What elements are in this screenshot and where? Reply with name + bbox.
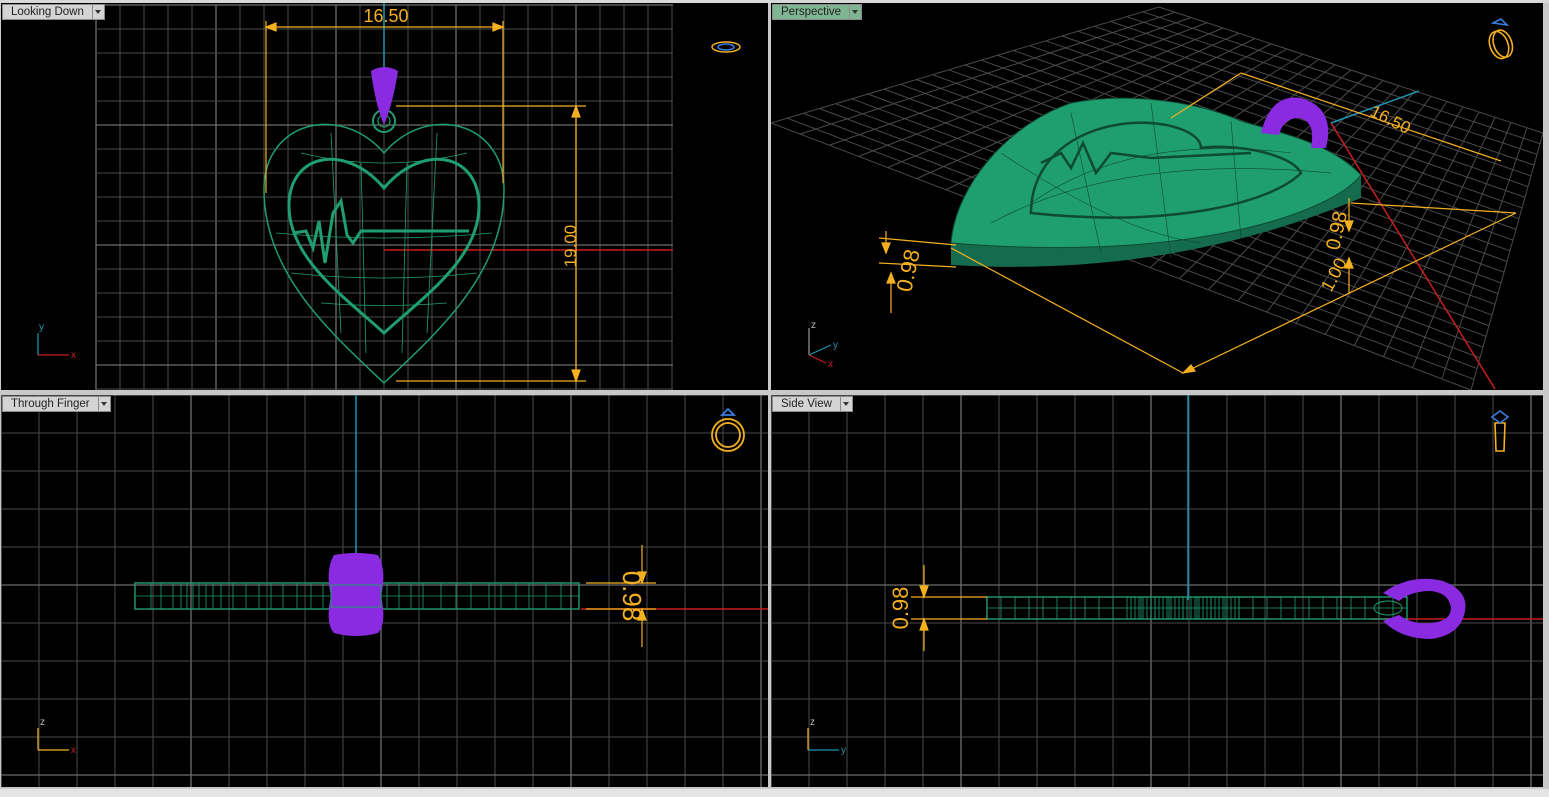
viewport-looking-down[interactable]: 16.50 19.00 x y Looking Down — [1, 3, 768, 390]
axis-indicator — [37, 333, 69, 356]
svg-text:y: y — [841, 745, 846, 756]
svg-text:x: x — [828, 359, 833, 370]
svg-text:z: z — [811, 320, 816, 331]
viewport-through-finger[interactable]: 0.98 x z Through Finger — [1, 395, 768, 787]
viewport-perspective[interactable]: 16.50 0.98 0.98 1.00 z y x Perspective — [771, 3, 1543, 390]
axis-indicator-front — [37, 728, 69, 751]
height-dimension-label: 19.00 — [561, 225, 580, 268]
viewport-label[interactable]: Side View — [772, 396, 841, 412]
axis-indicator-3d — [808, 328, 832, 364]
viewport-label[interactable]: Looking Down — [2, 4, 93, 20]
svg-text:x: x — [71, 350, 76, 361]
x-axis-line — [1330, 122, 1496, 390]
ring-front-view-icon — [711, 407, 745, 452]
width-dimension-label: 16.50 — [363, 6, 408, 26]
front-view-canvas[interactable]: 0.98 x z — [1, 395, 768, 787]
bail-purple-side — [1383, 578, 1466, 639]
svg-text:z: z — [40, 717, 45, 728]
window-bottom-strip — [0, 789, 1549, 797]
viewport-tab-side-view[interactable]: Side View — [772, 396, 853, 412]
heartbeat-line — [292, 197, 469, 264]
axis-indicator-side — [807, 728, 839, 751]
chevron-down-icon[interactable] — [840, 396, 853, 412]
viewport-tab-perspective[interactable]: Perspective — [772, 4, 863, 20]
svg-text:y: y — [833, 340, 838, 351]
ring-side-view-icon — [1490, 410, 1510, 452]
top-view-canvas[interactable]: 16.50 19.00 x y — [1, 3, 768, 390]
bail-purple-front — [328, 553, 384, 636]
thickness-dimension-label-side: 0.98 — [888, 587, 913, 630]
svg-text:z: z — [810, 717, 815, 728]
ring-top-view-icon — [711, 41, 741, 53]
viewport-label[interactable]: Through Finger — [2, 396, 99, 412]
side-view-canvas[interactable]: 0.98 y z — [771, 395, 1543, 787]
chevron-down-icon[interactable] — [850, 4, 863, 20]
dimension-thickness-side — [911, 565, 987, 651]
svg-text:x: x — [71, 745, 76, 756]
thickness-dimension-label-3d: 0.98 — [891, 247, 924, 294]
perspective-canvas[interactable]: 16.50 0.98 0.98 1.00 z y x — [771, 3, 1543, 390]
viewport-side-view[interactable]: 0.98 y z Side View — [771, 395, 1543, 787]
chevron-down-icon[interactable] — [98, 396, 111, 412]
svg-text:y: y — [39, 322, 44, 333]
viewport-label[interactable]: Perspective — [772, 4, 851, 20]
ring-perspective-icon — [1488, 18, 1514, 60]
thickness-dimension-label-3d-b: 0.98 — [1322, 209, 1352, 252]
chevron-down-icon[interactable] — [92, 4, 105, 20]
viewport-tab-through-finger[interactable]: Through Finger — [2, 396, 111, 412]
thickness-dimension-label-front: 0.98 — [617, 571, 647, 622]
viewport-tab-looking-down[interactable]: Looking Down — [2, 4, 105, 20]
width-dimension-label-3d: 16.50 — [1367, 102, 1414, 138]
